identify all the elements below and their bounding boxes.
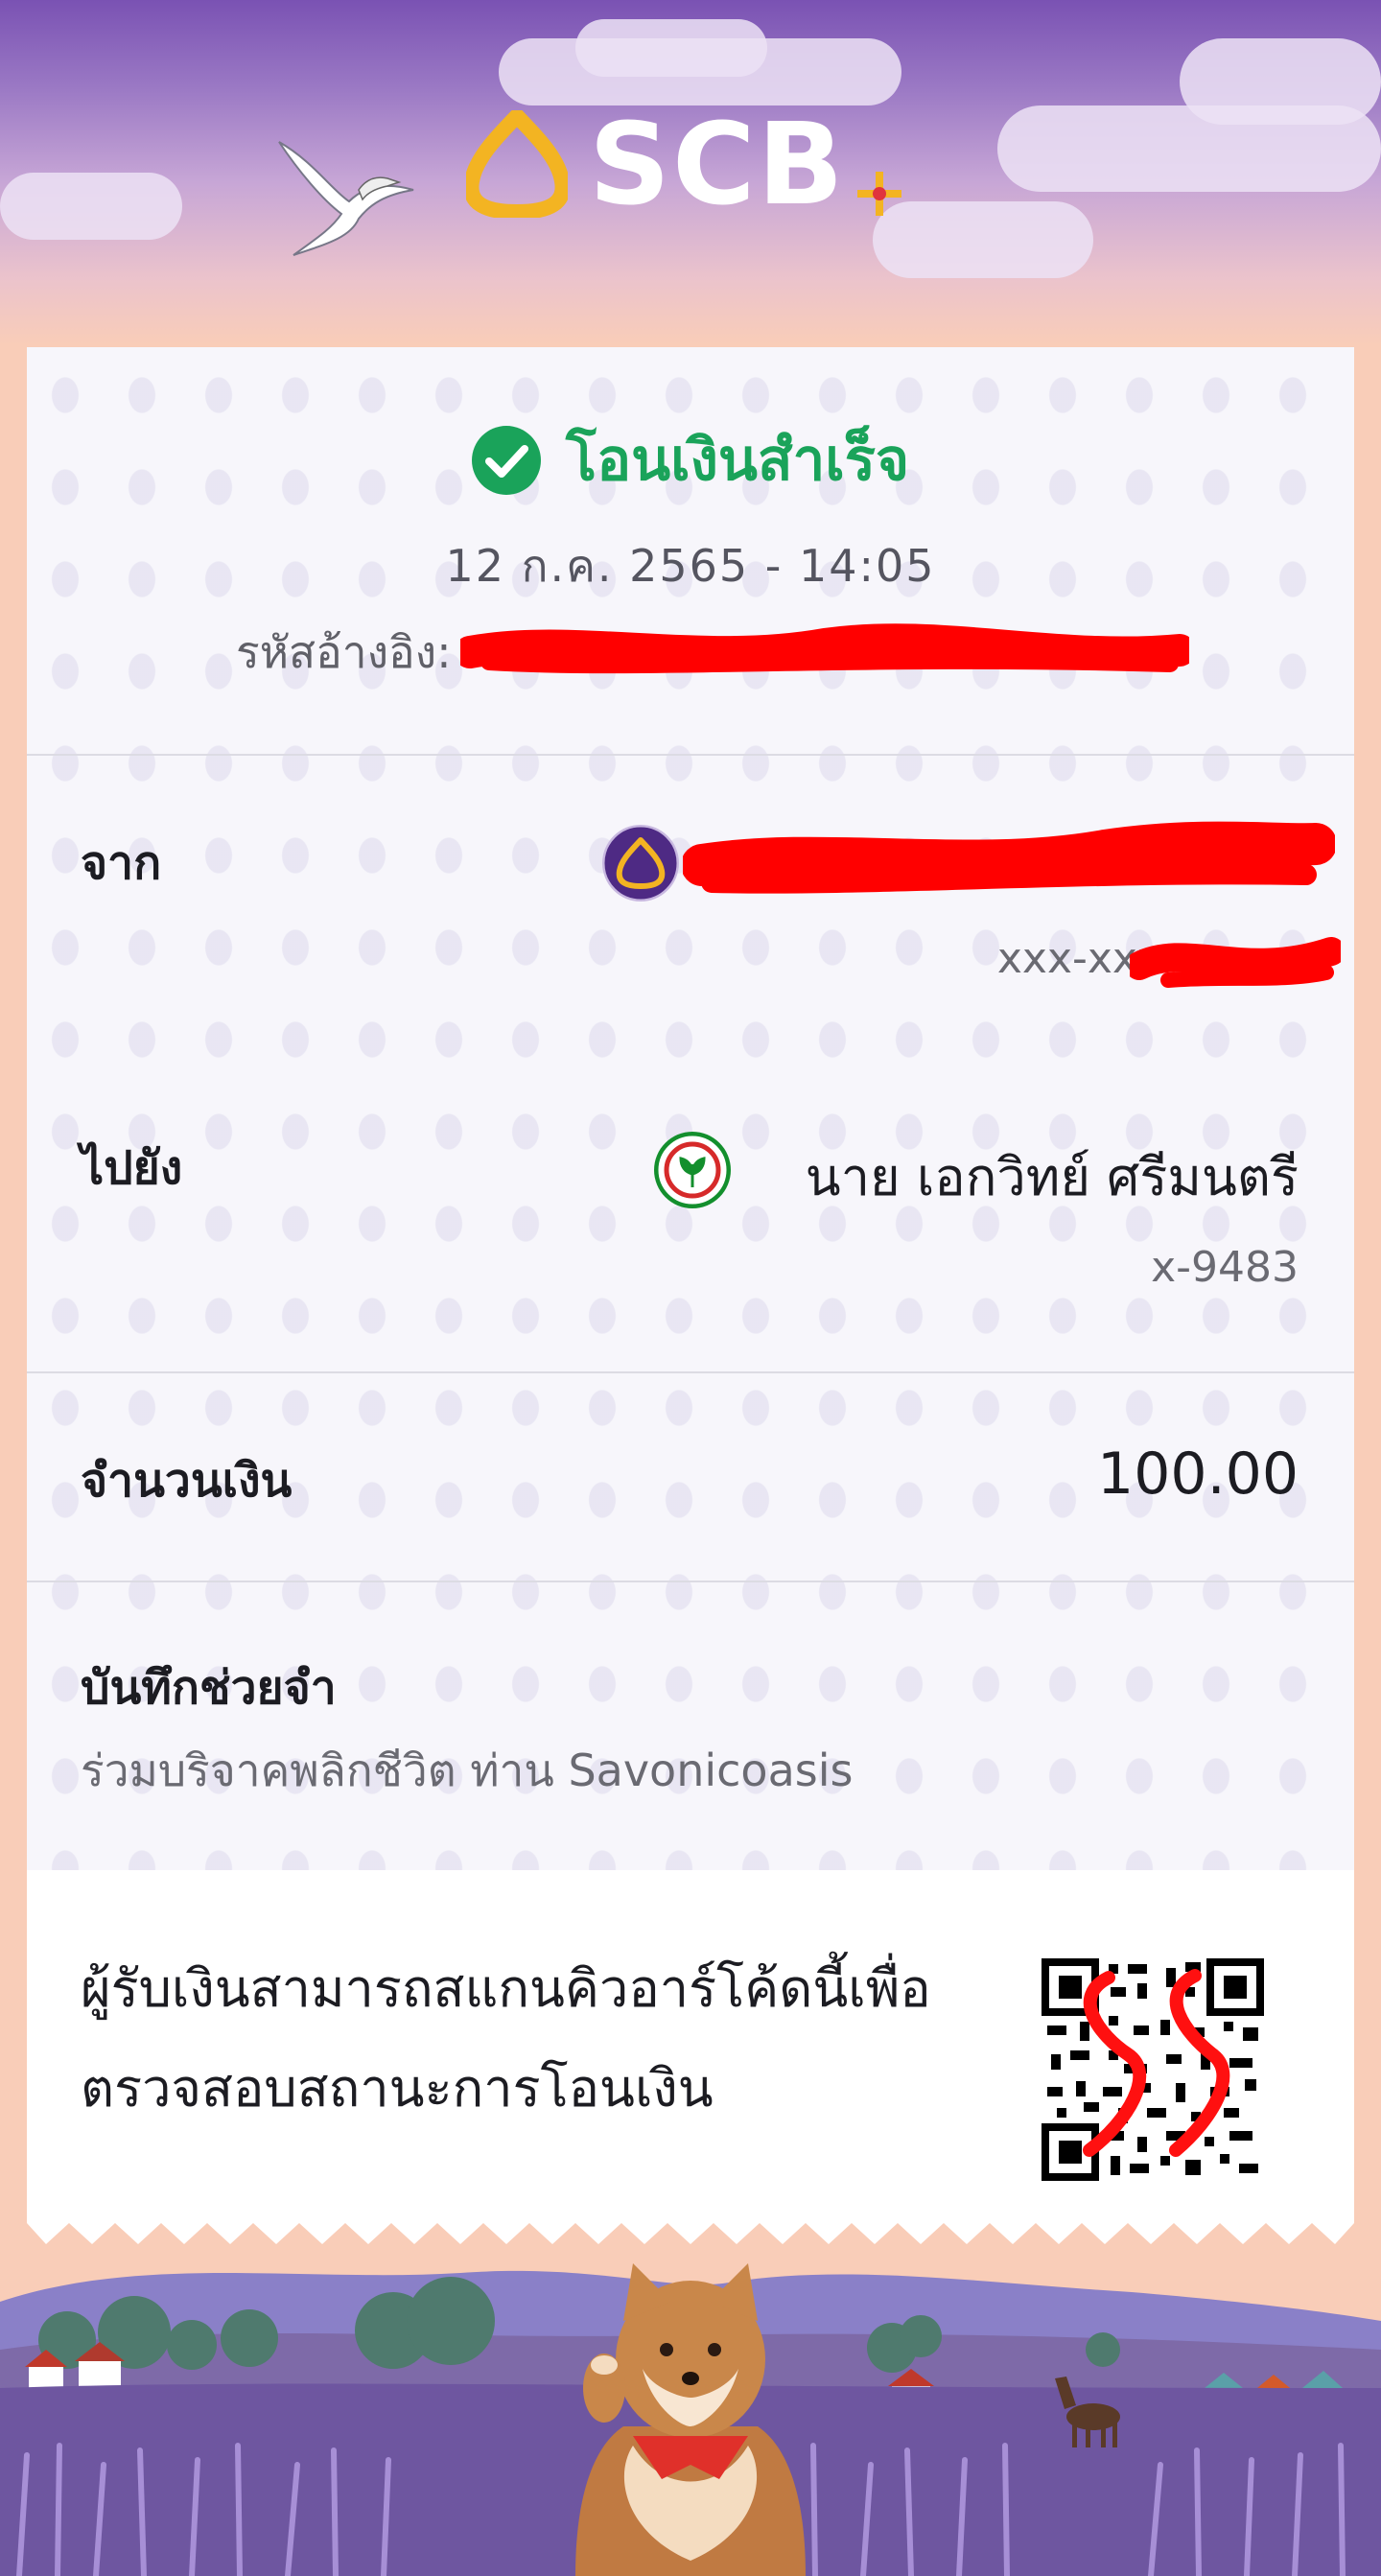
- recipient-account: x-9483: [1151, 1243, 1299, 1292]
- redaction-mark: [683, 821, 1335, 894]
- cloud-decoration: [873, 201, 1093, 278]
- memo-text: ร่วมบริจาคพลิกชีวิต ท่าน Savonicoasis: [81, 1745, 854, 1796]
- recipient-name: นาย เอกวิทย์ ศรีมนตรี: [805, 1147, 1299, 1207]
- kbank-bank-icon: [654, 1132, 731, 1208]
- torn-edge: [27, 2206, 1354, 2244]
- memo-label: บันทึกช่วยจำ: [81, 1661, 337, 1715]
- check-circle-icon: [471, 425, 541, 495]
- redaction-mark: [460, 623, 1189, 674]
- bird-icon: [278, 141, 414, 256]
- qr-note-line1: ผู้รับเงินสามารถสแกนคิวอาร์โค้ดนี้เพื่อ: [81, 1958, 931, 2019]
- to-label: ไปยัง: [81, 1141, 183, 1195]
- lavender-field-scenery: [0, 2263, 1381, 2576]
- cloud-decoration: [0, 173, 182, 240]
- brand-name: SCB: [589, 98, 846, 230]
- cloud-decoration: [1180, 38, 1381, 125]
- sparkle-plus-icon: [857, 172, 901, 216]
- amount-label: จำนวนเงิน: [81, 1454, 293, 1508]
- status-title: โอนเงินสำเร็จ: [565, 427, 910, 494]
- cloud-decoration: [575, 19, 767, 77]
- reference-row: รหัสอ้างอิง:: [236, 618, 452, 688]
- divider: [27, 1371, 1354, 1373]
- scb-bank-icon: [602, 825, 679, 902]
- transfer-slip-card: โอนเงินสำเร็จ 12 ก.ค. 2565 - 14:05 รหัสอ…: [27, 347, 1354, 2208]
- qr-note-line2: ตรวจสอบสถานะการโอนเงิน: [81, 2058, 714, 2119]
- qr-note: ผู้รับเงินสามารถสแกนคิวอาร์โค้ดนี้เพื่อ …: [81, 1939, 931, 2139]
- scb-logo-icon: [466, 110, 568, 218]
- reference-label: รหัสอ้างอิง:: [236, 626, 452, 678]
- transaction-datetime: 12 ก.ค. 2565 - 14:05: [445, 540, 936, 592]
- status-row: โอนเงินสำเร็จ: [27, 414, 1354, 505]
- redaction-mark: [1130, 937, 1341, 988]
- qr-code[interactable]: [1042, 1958, 1264, 2181]
- divider: [27, 1581, 1354, 1582]
- scb-logo: SCB: [466, 98, 901, 230]
- divider: [27, 754, 1354, 756]
- amount-value: 100.00: [1097, 1440, 1299, 1508]
- from-label: จาก: [81, 836, 162, 890]
- app-header: SCB: [0, 0, 1381, 345]
